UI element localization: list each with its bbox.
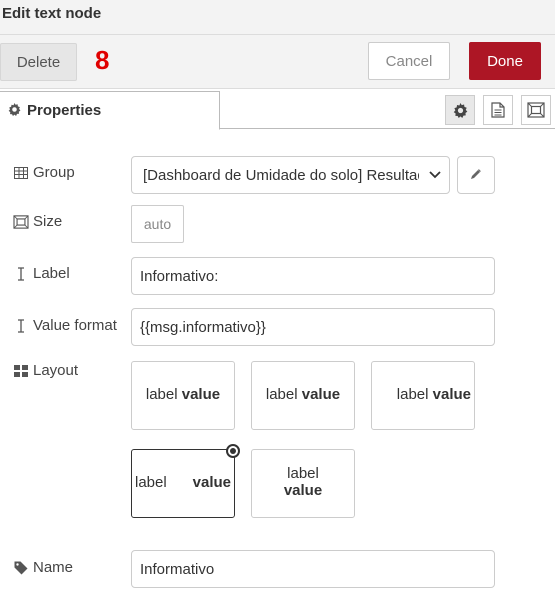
layout-label: Layout: [33, 362, 79, 379]
done-button[interactable]: Done: [469, 42, 541, 80]
size-label: Size: [33, 213, 63, 230]
value-format-input[interactable]: {{msg.informativo}}: [131, 308, 495, 346]
description-tab-icon[interactable]: [483, 95, 513, 125]
layout-option-text: label value: [372, 386, 474, 403]
annotation-badge: 8: [95, 45, 110, 75]
edit-group-button[interactable]: [457, 156, 495, 194]
group-select[interactable]: [Dashboard de Umidade do solo] Resultado: [131, 156, 450, 194]
action-bar: Delete 8 Cancel Done: [0, 35, 555, 89]
delete-button[interactable]: Delete: [0, 43, 77, 81]
layout-option-row-right[interactable]: label value: [371, 361, 475, 430]
layout-option-label: label: [287, 465, 319, 482]
layout-option-value: value: [181, 386, 221, 403]
text-cursor-icon: [13, 266, 29, 281]
layout-option-row-center[interactable]: label value: [251, 361, 355, 430]
cancel-button[interactable]: Cancel: [368, 42, 450, 80]
group-label: Group: [33, 164, 75, 181]
size-button[interactable]: auto: [131, 205, 184, 243]
layout-option-value: value: [283, 482, 323, 499]
layout-option-column[interactable]: label value: [251, 449, 355, 518]
group-row-label: Group: [13, 164, 75, 181]
layout-option-row-left[interactable]: label value: [131, 361, 235, 430]
layout-option-row-spread[interactable]: label value: [131, 444, 240, 518]
layout-option-value: value: [432, 386, 471, 403]
label-input[interactable]: Informativo:: [131, 257, 495, 295]
value-format-row-label: Value format: [13, 317, 117, 334]
layout-option-value: value: [192, 474, 231, 491]
tab-bar: Properties: [0, 89, 555, 130]
layout-option-label: label: [145, 386, 178, 403]
selected-radio-icon: [226, 444, 240, 458]
appearance-tab-icon[interactable]: [521, 95, 551, 125]
pencil-icon: [470, 167, 482, 184]
settings-tab-icon[interactable]: [445, 95, 475, 125]
label-row-label: Label: [13, 265, 70, 282]
gear-icon: [8, 102, 21, 119]
layout-option-text: label value: [132, 386, 234, 403]
table-icon: [13, 166, 29, 179]
chevron-down-icon: [429, 168, 441, 186]
layout-option-value: value: [301, 386, 341, 403]
layout-row-label: Layout: [13, 362, 78, 379]
name-label: Name: [33, 559, 74, 576]
value-format-label: Value format: [33, 317, 117, 334]
layout-option-label: label: [265, 386, 298, 403]
tab-properties[interactable]: Properties: [0, 91, 220, 130]
text-cursor-icon: [13, 318, 29, 333]
group-select-value: [Dashboard de Umidade do solo] Resultado: [143, 166, 419, 184]
layout-option-label: label: [396, 386, 429, 403]
dialog-header: Edit text node: [0, 0, 555, 35]
tab-properties-label: Properties: [27, 102, 102, 119]
layout-option-text: label value: [252, 386, 354, 403]
layout-option-label: label: [135, 474, 167, 491]
name-row-label: Name: [13, 559, 73, 576]
tag-icon: [13, 561, 29, 575]
name-input[interactable]: Informativo: [131, 550, 495, 588]
size-row-label: Size: [13, 213, 62, 230]
label-field-label: Label: [33, 265, 70, 282]
resize-icon: [13, 214, 29, 229]
dialog-title: Edit text node: [2, 5, 102, 22]
layout-option-text: label value: [252, 465, 354, 499]
grid-icon: [13, 364, 29, 377]
